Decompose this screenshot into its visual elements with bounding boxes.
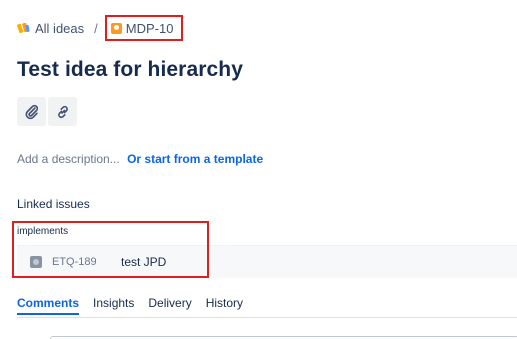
description-field[interactable]: Add a description... Or start from a tem… <box>17 152 263 166</box>
issue-key-link[interactable]: MDP-10 <box>104 15 184 41</box>
paperclip-icon <box>25 104 38 119</box>
idea-detail-page: All ideas / MDP-10 Test idea for hierarc… <box>0 0 517 339</box>
all-ideas-link[interactable]: All ideas <box>17 21 84 36</box>
detail-tabs: Comments Insights Delivery History <box>17 296 257 315</box>
template-link[interactable]: Or start from a template <box>127 152 263 166</box>
breadcrumb: All ideas / MDP-10 <box>17 15 184 41</box>
breadcrumb-separator: / <box>94 20 98 36</box>
link-button[interactable] <box>48 97 77 126</box>
description-placeholder: Add a description... <box>17 152 120 166</box>
tab-insights[interactable]: Insights <box>93 296 134 315</box>
tab-history[interactable]: History <box>206 296 243 315</box>
ideas-icon <box>17 22 30 34</box>
all-ideas-label: All ideas <box>35 20 85 36</box>
highlight-box <box>12 221 209 278</box>
link-icon <box>57 105 68 118</box>
attach-button[interactable] <box>17 97 46 126</box>
linked-issues-heading: Linked issues <box>17 197 90 211</box>
issue-key-label: MDP-10 <box>125 20 174 36</box>
page-title[interactable]: Test idea for hierarchy <box>17 58 243 82</box>
idea-icon <box>110 22 122 34</box>
tab-comments[interactable]: Comments <box>17 296 80 315</box>
tabs-divider <box>17 317 517 318</box>
tab-delivery[interactable]: Delivery <box>148 296 191 315</box>
